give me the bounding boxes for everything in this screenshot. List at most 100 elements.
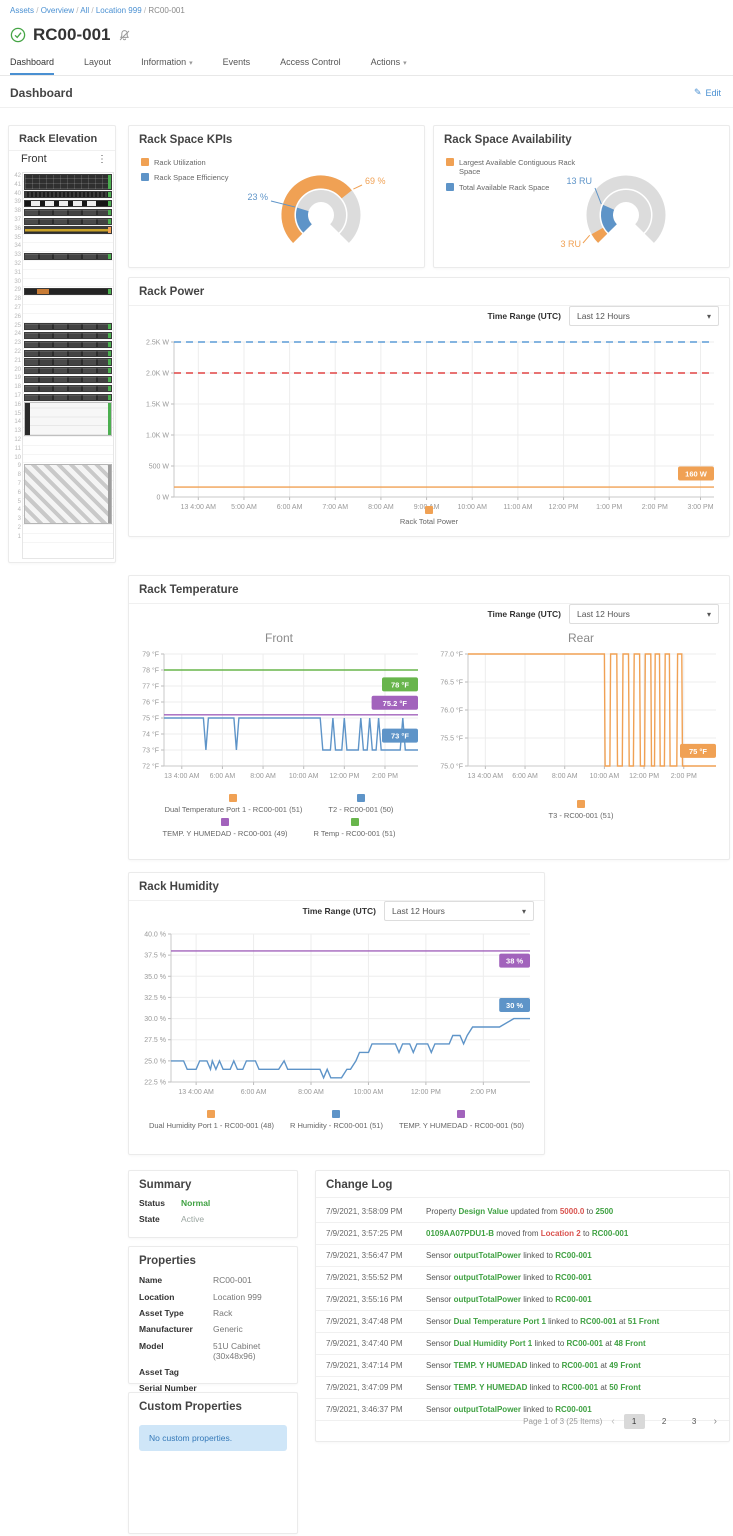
breadcrumb-link[interactable]: Location 999 xyxy=(96,6,142,15)
pagination-next-icon[interactable]: › xyxy=(714,1416,717,1427)
rack-device-mesh-u42[interactable] xyxy=(24,173,112,190)
tab-events[interactable]: Events xyxy=(223,57,251,75)
pagination-page-2[interactable]: 2 xyxy=(654,1414,675,1429)
change-log-message: Sensor TEMP. Y HUMEDAD linked to RC00-00… xyxy=(426,1383,641,1392)
rack-device-dark-u29[interactable] xyxy=(24,287,112,296)
humidity-time-range-select[interactable]: Last 12 Hours ▾ xyxy=(384,901,534,921)
change-log-pagination: Page 1 of 3 (25 Items) ‹ 1 2 3 › xyxy=(523,1414,717,1429)
kebab-menu-icon[interactable]: ⋮ xyxy=(97,154,107,165)
rack-device-server-u21[interactable] xyxy=(24,358,112,366)
rack-device-server-u37[interactable] xyxy=(24,217,112,225)
occupancy-indicator xyxy=(108,464,111,523)
pagination-prev-icon[interactable]: ‹ xyxy=(611,1416,614,1427)
occupancy-indicator xyxy=(108,332,111,339)
property-label: Asset Type xyxy=(139,1307,184,1318)
legend-item: R Humidity - RC00-001 (51) xyxy=(290,1110,383,1130)
change-log-title: Change Log xyxy=(316,1171,729,1198)
rack-unit-number: 23 xyxy=(14,340,21,347)
svg-text:13 4:00 AM: 13 4:00 AM xyxy=(178,1089,214,1096)
rack-device-server-u24[interactable] xyxy=(24,331,112,340)
tab-bar: Dashboard Layout Information ▾ Events Access … xyxy=(10,57,407,75)
rack-unit-number: 14 xyxy=(14,419,21,426)
rack-unit-number: 6 xyxy=(17,489,21,496)
property-label: Asset Tag xyxy=(139,1367,179,1378)
properties-panel: Properties Name RC00-001 Location Location … xyxy=(128,1246,298,1393)
svg-text:1.5K W: 1.5K W xyxy=(146,402,169,409)
property-value: RC00-001 xyxy=(213,1275,252,1286)
rack-space-availability-gauge: 3 RU 13 RU xyxy=(434,126,729,271)
rack-unit-number: 40 xyxy=(14,190,21,197)
rack-device-highlight-u36[interactable] xyxy=(24,226,112,234)
no-custom-properties-alert: No custom properties. xyxy=(139,1425,287,1451)
rack-device-server-u23[interactable] xyxy=(24,340,112,348)
page: Assets / Overview / All / Location 999 /… xyxy=(0,0,733,1536)
rack-device-server-u19[interactable] xyxy=(24,375,112,384)
pagination-page-3[interactable]: 3 xyxy=(684,1414,705,1429)
rack-unit-number: 28 xyxy=(14,296,21,303)
rack-device-vent-u40[interactable] xyxy=(24,191,112,199)
temperature-time-range: Time Range (UTC) Last 12 Hours ▾ xyxy=(487,604,719,624)
breadcrumb-link[interactable]: All xyxy=(80,6,89,15)
legend-swatch xyxy=(350,818,359,826)
pagination-page-1[interactable]: 1 xyxy=(623,1414,645,1429)
temperature-time-range-select[interactable]: Last 12 Hours ▾ xyxy=(569,604,719,624)
rack-power-title: Rack Power xyxy=(129,278,729,306)
svg-text:75.5 °F: 75.5 °F xyxy=(440,735,463,743)
edit-button[interactable]: ✎ Edit xyxy=(694,87,721,98)
rack-unit-number: 7 xyxy=(17,481,21,487)
rack-device-server-u17[interactable] xyxy=(24,393,112,401)
power-time-range: Time Range (UTC) Last 12 Hours ▾ xyxy=(487,306,719,326)
svg-text:77 °F: 77 °F xyxy=(142,683,159,691)
breadcrumb-separator: / xyxy=(89,6,96,15)
rack-device-server-u22[interactable] xyxy=(24,349,112,357)
occupancy-indicator xyxy=(108,403,111,435)
power-time-range-select[interactable]: Last 12 Hours ▾ xyxy=(569,306,719,326)
tab-dashboard[interactable]: Dashboard xyxy=(10,57,55,75)
breadcrumb-link[interactable]: Assets xyxy=(10,6,34,15)
breadcrumb-separator: / xyxy=(34,6,41,15)
property-row: Manufacturer Generic xyxy=(129,1321,297,1337)
breadcrumb-link[interactable]: Overview xyxy=(41,6,74,15)
rack-unit-row xyxy=(23,534,113,543)
rack-unit-number: 25 xyxy=(14,322,21,329)
rack-unit-number: 26 xyxy=(14,313,21,320)
breadcrumb: Assets / Overview / All / Location 999 /… xyxy=(10,6,185,15)
rack-device-server-u33[interactable] xyxy=(24,252,112,260)
rack-unit-row xyxy=(23,446,113,455)
tab-actions[interactable]: Actions ▾ xyxy=(371,57,407,75)
rack-device-patch-u39[interactable] xyxy=(24,199,112,208)
property-row: Asset Type Rack xyxy=(129,1305,297,1321)
tab-access-control[interactable]: Access Control xyxy=(280,57,341,75)
rack-space-kpis-gauge: 69 % 23 % xyxy=(129,126,424,271)
svg-text:10:00 AM: 10:00 AM xyxy=(289,773,319,780)
rack-unit-number: 41 xyxy=(14,181,21,188)
svg-text:73 °F: 73 °F xyxy=(142,747,159,755)
occupancy-indicator xyxy=(108,359,111,365)
rack-unit-number: 4 xyxy=(17,507,21,514)
properties-rows: Name RC00-001 Location Location 999 Asset Ty… xyxy=(129,1272,297,1397)
svg-text:10:00 AM: 10:00 AM xyxy=(590,773,620,780)
status-check-icon xyxy=(10,27,26,43)
change-log-timestamp: 7/9/2021, 3:58:09 PM xyxy=(326,1207,403,1216)
rack-device-server-u38[interactable] xyxy=(24,208,112,216)
occupancy-indicator xyxy=(108,394,111,400)
svg-text:75.0 °F: 75.0 °F xyxy=(440,763,463,771)
change-log-message: Property Design Value updated from 5000.… xyxy=(426,1207,614,1216)
tab-layout[interactable]: Layout xyxy=(84,57,111,75)
property-row: Model 51U Cabinet (30x48x96) xyxy=(129,1338,297,1364)
rack-temp-front-legend: Dual Temperature Port 1 - RC00-001 (51) T… xyxy=(129,794,429,838)
svg-text:73 °F: 73 °F xyxy=(391,732,409,741)
summary-value: Active xyxy=(181,1214,205,1224)
tab-information[interactable]: Information ▾ xyxy=(141,57,193,75)
legend-swatch xyxy=(446,158,454,166)
svg-text:13 4:00 AM: 13 4:00 AM xyxy=(164,773,200,780)
rack-device-hatch-u9[interactable] xyxy=(24,463,112,524)
svg-text:72 °F: 72 °F xyxy=(142,763,159,771)
rack-device-server-u20[interactable] xyxy=(24,367,112,375)
svg-text:1.0K W: 1.0K W xyxy=(146,433,169,440)
muted-bell-icon[interactable] xyxy=(118,29,131,42)
rack-device-server-u18[interactable] xyxy=(24,384,112,392)
occupancy-indicator xyxy=(108,200,111,207)
rack-device-server-u25[interactable] xyxy=(24,323,112,331)
rack-device-white-u16[interactable] xyxy=(24,402,112,436)
